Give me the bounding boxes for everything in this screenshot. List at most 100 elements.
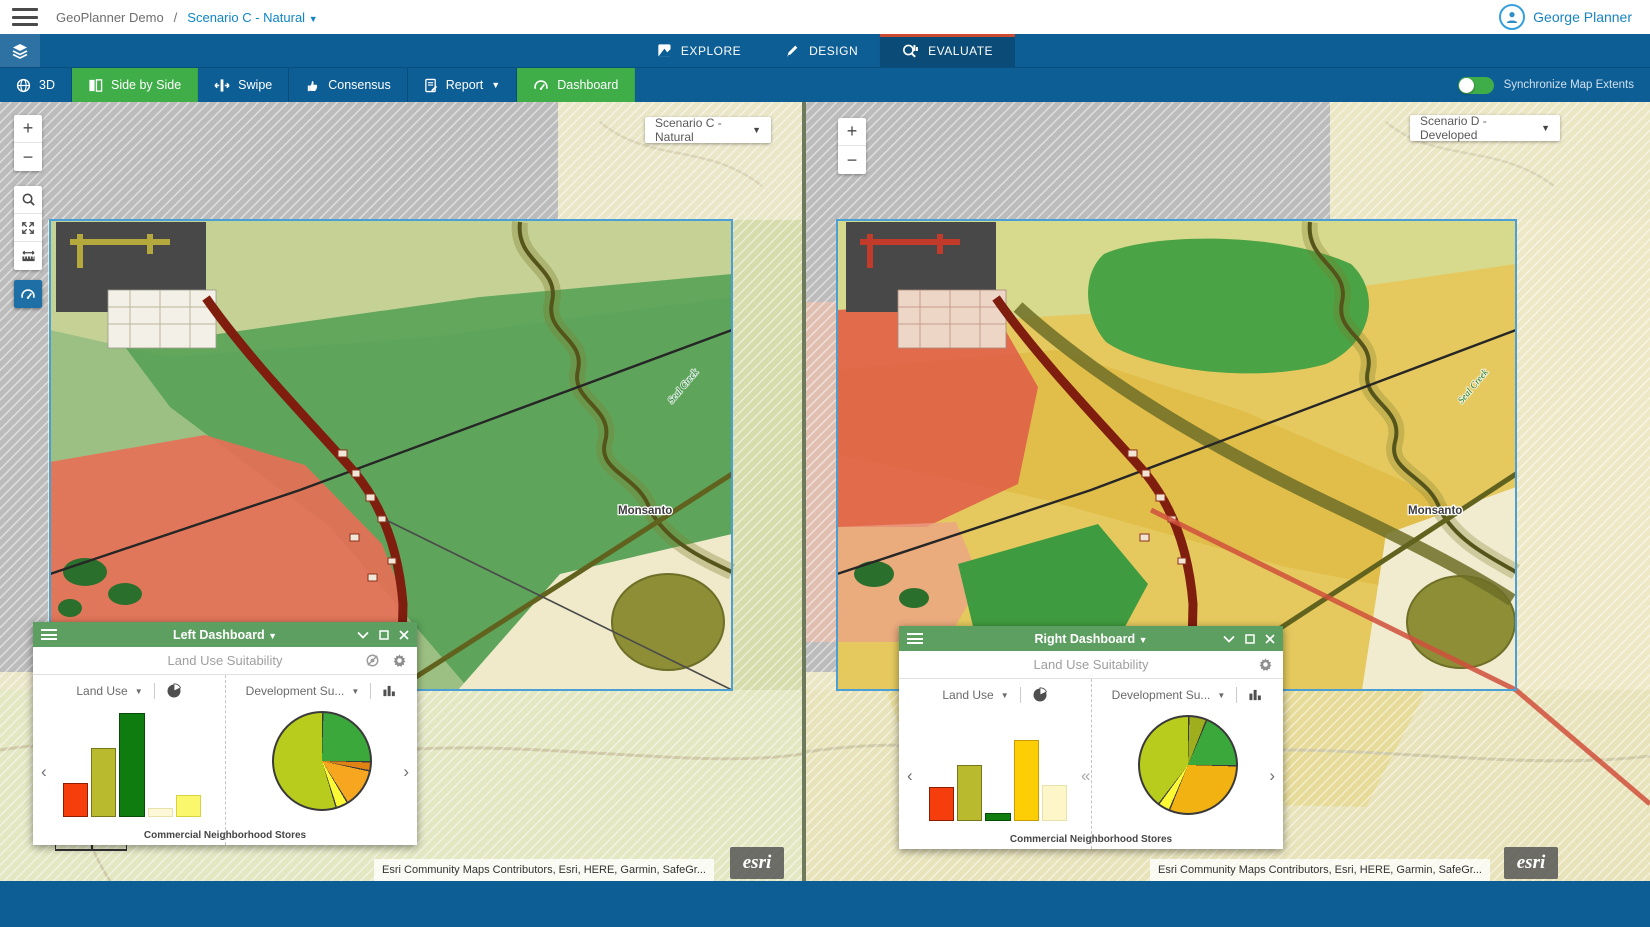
right-scenario-selector[interactable]: Scenario D - Developed▼ (1410, 115, 1560, 141)
right-map-suitability-layers (837, 220, 1516, 690)
development-suitability-widget: Development Su...▼ (1091, 679, 1283, 849)
tab-explore[interactable]: EXPLORE (635, 34, 763, 67)
user-name: George Planner (1533, 9, 1632, 25)
evaluate-chart-magnifier-icon (902, 43, 919, 59)
measure-button[interactable] (14, 242, 42, 270)
zoom-in-button[interactable]: + (14, 115, 42, 143)
gear-icon[interactable] (392, 653, 407, 668)
left-zoom-controls: + − (14, 115, 42, 171)
visibility-off-icon[interactable] (365, 653, 380, 668)
development-suitability-pie-chart (1138, 715, 1238, 815)
zoom-out-button[interactable]: − (838, 146, 866, 174)
dashboard-tool-button[interactable] (14, 280, 42, 308)
development-suitability-widget: Development Su...▼ (225, 675, 417, 845)
zoom-out-button[interactable]: − (14, 143, 42, 171)
side-by-side-button[interactable]: Side by Side (72, 68, 198, 102)
left-map-place-label: Monsanto (618, 505, 672, 517)
left-map-suitability-layers (50, 220, 732, 690)
collapse-chevron-icon[interactable] (357, 631, 369, 639)
tab-evaluate[interactable]: EVALUATE (880, 34, 1015, 67)
gear-icon[interactable] (1258, 657, 1273, 672)
land-use-selector[interactable]: Land Use▼ (942, 688, 1008, 702)
report-button[interactable]: Report ▼ (408, 68, 517, 102)
bar-segment (63, 783, 88, 817)
top-bar: GeoPlanner Demo / Scenario C - Natural ▼… (0, 0, 1650, 34)
land-use-selector[interactable]: Land Use▼ (76, 684, 142, 698)
3d-button[interactable]: 3D (0, 68, 72, 102)
bar-chart-type-icon[interactable] (382, 684, 397, 698)
report-document-icon (424, 78, 438, 93)
maximize-icon[interactable] (379, 630, 389, 640)
carousel-prev-button[interactable]: ‹ (907, 767, 913, 784)
explore-icon (657, 43, 672, 58)
close-icon[interactable] (1265, 634, 1275, 644)
pie-chart-type-icon[interactable] (166, 683, 182, 699)
land-use-widget: Land Use▼ (33, 675, 225, 845)
right-zoom-controls: + − (838, 118, 866, 174)
close-icon[interactable] (399, 630, 409, 640)
chevron-down-icon: ▼ (491, 80, 500, 90)
thumbs-up-icon (305, 78, 320, 93)
search-icon (21, 192, 36, 207)
pie-chart-type-icon[interactable] (1032, 687, 1048, 703)
map-area: Monsanto Seal Creek Scenario C - Natural… (0, 102, 1650, 881)
swipe-icon (214, 78, 230, 93)
gauge-icon (20, 287, 36, 302)
bar-segment (1042, 785, 1067, 821)
chevron-down-icon: ▼ (752, 125, 761, 135)
bar-segment (985, 813, 1010, 821)
breadcrumb-separator: / (174, 10, 178, 25)
right-dashboard-header: Right Dashboard ▼ (899, 626, 1283, 651)
zoom-in-button[interactable]: + (838, 118, 866, 146)
gauge-icon (533, 78, 549, 93)
bottom-bar (0, 881, 1650, 927)
bar-segment (1014, 740, 1039, 821)
left-scenario-selector[interactable]: Scenario C - Natural▼ (645, 117, 771, 143)
chevron-down-icon: ▼ (309, 14, 318, 24)
development-suitability-selector[interactable]: Development Su...▼ (246, 684, 360, 698)
bar-chart-type-icon[interactable] (1248, 688, 1263, 702)
bar-segment (91, 748, 116, 817)
swipe-button[interactable]: Swipe (198, 68, 289, 102)
consensus-button[interactable]: Consensus (289, 68, 408, 102)
synchronize-extents-label: Synchronize Map Extents (1504, 79, 1634, 91)
breadcrumb-scenario-link[interactable]: Scenario C - Natural ▼ (187, 10, 317, 25)
layers-button[interactable] (0, 34, 40, 67)
left-map-tools (14, 186, 42, 270)
dashboard-menu-icon[interactable] (41, 629, 57, 640)
left-dashboard-body: Land Use▼ Deve (33, 675, 417, 845)
user-menu[interactable]: George Planner (1499, 4, 1632, 30)
carousel-prev-button[interactable]: ‹ (41, 763, 47, 780)
measure-ruler-icon (21, 249, 36, 263)
left-dashboard-tool (14, 280, 42, 308)
bar-segment (119, 713, 144, 817)
left-map-panel: Monsanto Seal Creek Scenario C - Natural… (0, 102, 802, 881)
dashboard-menu-icon[interactable] (907, 633, 923, 644)
land-use-widget: Land Use▼ (899, 679, 1091, 849)
full-extent-button[interactable] (14, 214, 42, 242)
side-by-side-icon (88, 78, 103, 93)
expand-arrows-icon (21, 221, 35, 235)
dashboard-panel-title: Land Use Suitability (33, 653, 417, 668)
hamburger-menu-icon[interactable] (12, 8, 38, 26)
tab-design[interactable]: DESIGN (763, 34, 880, 67)
left-map-attribution: Esri Community Maps Contributors, Esri, … (374, 859, 714, 881)
chevron-down-icon: ▼ (1541, 123, 1550, 133)
synchronize-extents-toggle[interactable] (1458, 77, 1494, 94)
evaluate-toolbar: 3D Side by Side Swipe Consensus (0, 67, 1650, 102)
indicator-caption: Commercial Neighborhood Stores (899, 834, 1283, 845)
development-suitability-selector[interactable]: Development Su...▼ (1112, 688, 1226, 702)
toolbar-right: Synchronize Map Extents (1458, 68, 1650, 102)
dashboard-button[interactable]: Dashboard (517, 68, 635, 102)
bar-segment (148, 808, 173, 817)
maximize-icon[interactable] (1245, 634, 1255, 644)
geoplanner-app: GeoPlanner Demo / Scenario C - Natural ▼… (0, 0, 1650, 927)
carousel-next-button[interactable]: › (1269, 767, 1275, 784)
bar-segment (176, 795, 201, 817)
pencil-icon (785, 43, 800, 58)
esri-logo: esri (730, 847, 784, 879)
collapse-chevron-icon[interactable] (1223, 635, 1235, 643)
search-button[interactable] (14, 186, 42, 214)
carousel-next-button[interactable]: › (403, 763, 409, 780)
carousel-jump-button[interactable]: « (1081, 767, 1090, 784)
